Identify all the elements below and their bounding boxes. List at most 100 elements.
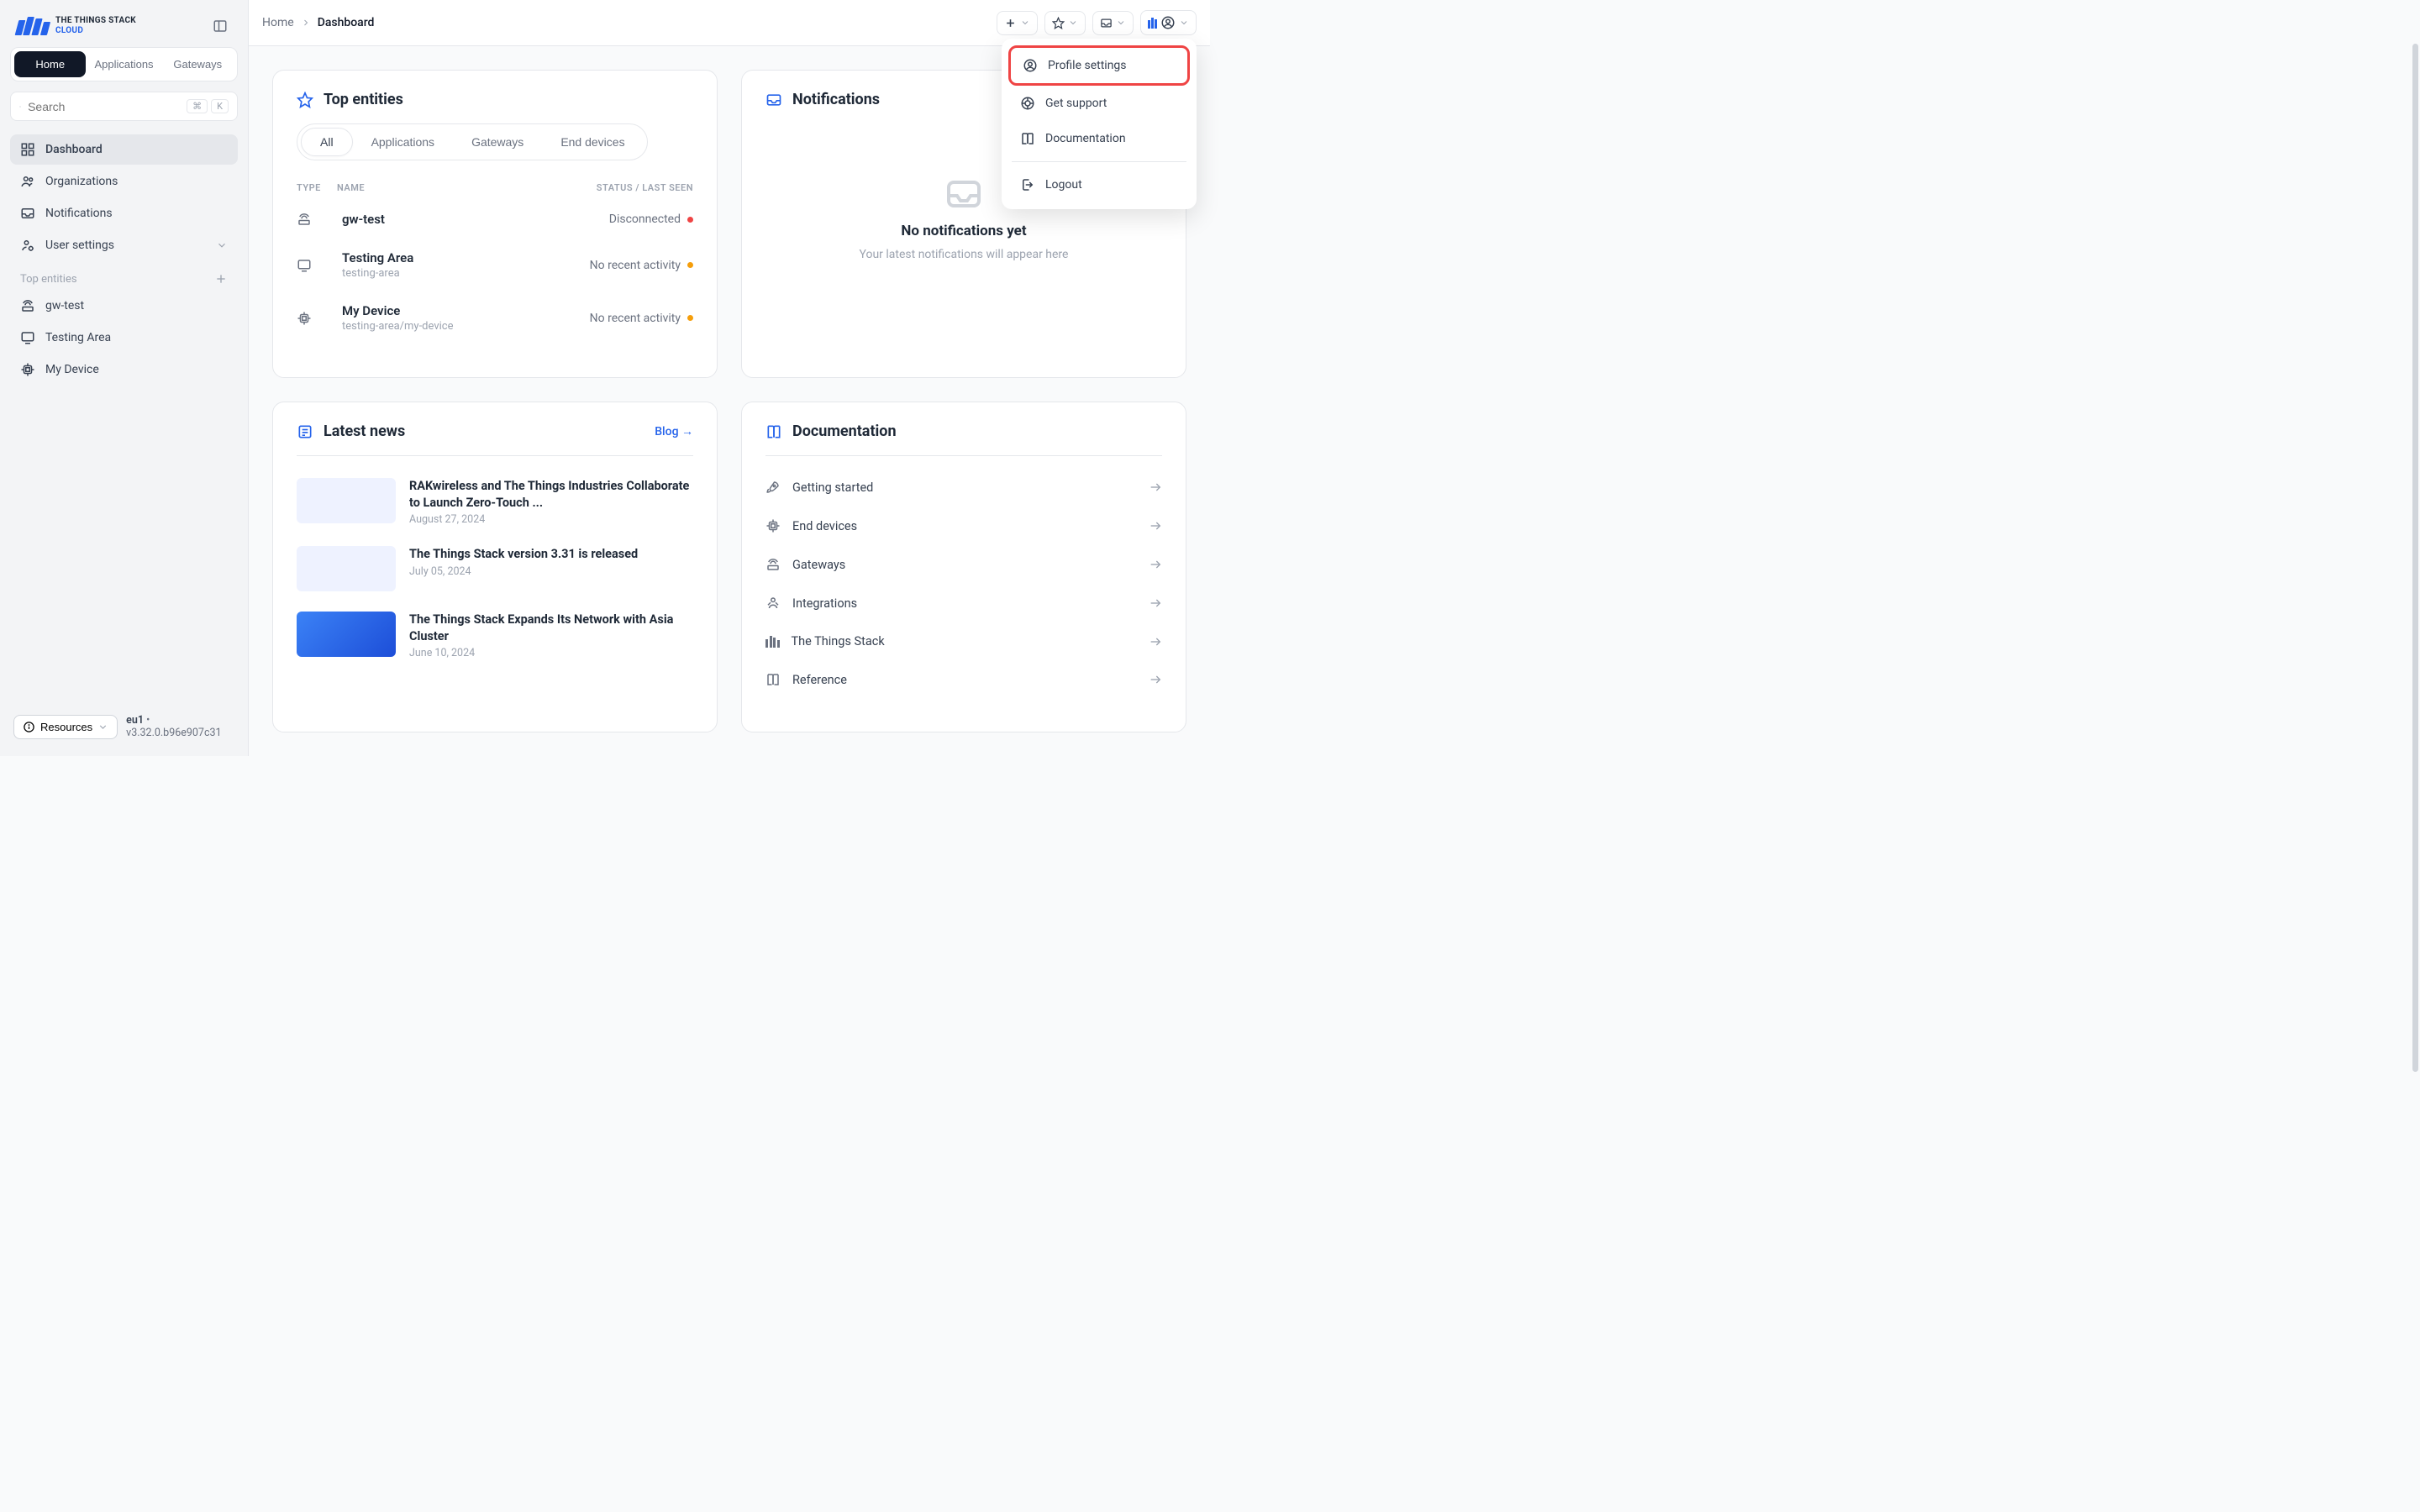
news-title: RAKwireless and The Things Industries Co…	[409, 478, 693, 511]
entity-tab-all[interactable]: All	[301, 128, 353, 156]
dropdown-logout[interactable]: Logout	[1008, 167, 1190, 202]
support-icon	[1020, 96, 1035, 111]
gateway-icon	[297, 212, 337, 227]
chevron-down-icon	[97, 722, 108, 732]
entity-status: No recent activity	[590, 312, 693, 325]
news-item[interactable]: The Things Stack Expands Its Network wit…	[297, 601, 693, 669]
doc-row[interactable]: Getting started	[765, 468, 1162, 507]
logout-icon	[1020, 177, 1035, 192]
screen-icon	[297, 258, 337, 273]
news-item[interactable]: The Things Stack version 3.31 is release…	[297, 536, 693, 601]
bars-icon	[765, 636, 780, 648]
news-thumbnail	[297, 478, 396, 523]
sidebar-item-user-settings[interactable]: User settings	[10, 230, 238, 260]
sidebar-item-label: Testing Area	[45, 331, 111, 344]
dropdown-separator	[1012, 161, 1186, 162]
breadcrumb: Home Dashboard	[262, 16, 374, 29]
nav-tab-applications[interactable]: Applications	[86, 51, 161, 77]
user-cog-icon	[20, 238, 35, 253]
news-thumbnail	[297, 546, 396, 591]
main: Home Dashboard Profile settings	[249, 0, 1210, 756]
status-dot-icon	[687, 262, 693, 268]
sidebar-entity-my-device[interactable]: My Device	[10, 354, 238, 385]
news-item[interactable]: RAKwireless and The Things Industries Co…	[297, 468, 693, 536]
search-box[interactable]: ⌘ K	[10, 92, 238, 121]
notifications-empty-title: No notifications yet	[901, 223, 1026, 239]
add-entity-button[interactable]	[214, 272, 228, 286]
breadcrumb-home[interactable]: Home	[262, 16, 294, 29]
logo-bars-icon	[17, 17, 49, 35]
inbox-button[interactable]	[1092, 11, 1134, 35]
entity-tab-gateways[interactable]: Gateways	[453, 128, 542, 156]
notifications-empty-sub: Your latest notifications will appear he…	[860, 248, 1069, 261]
users-icon	[20, 174, 35, 189]
resources-button[interactable]: Resources	[13, 715, 118, 739]
chevron-down-icon	[1020, 18, 1030, 28]
news-title: The Things Stack Expands Its Network wit…	[409, 612, 693, 644]
profile-button[interactable]	[1140, 10, 1197, 35]
dropdown-label: Get support	[1045, 97, 1107, 110]
sidebar-item-notifications[interactable]: Notifications	[10, 198, 238, 228]
dropdown-get-support[interactable]: Get support	[1008, 86, 1190, 121]
entity-row[interactable]: Testing Areatesting-area No recent activ…	[297, 239, 693, 291]
sidebar-item-organizations[interactable]: Organizations	[10, 166, 238, 197]
gateway-icon	[20, 298, 35, 313]
col-status: STATUS / LAST SEEN	[597, 182, 693, 193]
doc-label: Reference	[792, 673, 1137, 687]
inbox-empty-icon	[944, 174, 984, 214]
dropdown-profile-settings[interactable]: Profile settings	[1008, 45, 1190, 86]
dropdown-label: Documentation	[1045, 132, 1126, 145]
doc-row[interactable]: Gateways	[765, 545, 1162, 584]
entity-name: gw-test	[342, 212, 604, 227]
sidebar-entity-testing-area[interactable]: Testing Area	[10, 323, 238, 353]
blog-link[interactable]: Blog →	[655, 424, 693, 438]
doc-label: The Things Stack	[792, 634, 1138, 648]
add-button[interactable]	[997, 11, 1038, 35]
brand-bars-icon	[1148, 18, 1157, 29]
sidebar-item-label: My Device	[45, 363, 99, 376]
search-input[interactable]	[28, 100, 180, 113]
doc-label: Getting started	[792, 480, 1137, 495]
nav-tabs: Home Applications Gateways	[10, 47, 238, 81]
status-dot-icon	[687, 217, 693, 223]
entity-row[interactable]: gw-test Disconnected	[297, 200, 693, 239]
card-latest-news: Latest news Blog → RAKwireless and The T…	[272, 402, 718, 732]
chevron-right-icon	[301, 18, 311, 28]
dropdown-label: Profile settings	[1048, 59, 1127, 72]
doc-row[interactable]: Reference	[765, 660, 1162, 699]
arrow-right-icon	[1149, 558, 1162, 571]
col-type: TYPE	[297, 182, 337, 193]
user-circle-icon	[1023, 58, 1038, 73]
collapse-sidebar-icon[interactable]	[209, 15, 231, 37]
sidebar-entity-gw-test[interactable]: gw-test	[10, 291, 238, 321]
entity-sub: testing-area	[342, 267, 585, 280]
entity-tab-applications[interactable]: Applications	[353, 128, 454, 156]
star-icon	[297, 92, 313, 108]
doc-label: End devices	[792, 519, 1137, 533]
logo[interactable]: THE THINGS STACK CLOUD	[17, 16, 136, 36]
doc-row[interactable]: End devices	[765, 507, 1162, 545]
doc-row[interactable]: The Things Stack	[765, 622, 1162, 660]
entity-sub: testing-area/my-device	[342, 320, 585, 333]
entity-status: No recent activity	[590, 259, 693, 272]
entity-row[interactable]: My Devicetesting-area/my-device No recen…	[297, 291, 693, 344]
entity-status: Disconnected	[609, 213, 693, 226]
star-button[interactable]	[1044, 11, 1086, 35]
scrollbar[interactable]	[2412, 44, 2418, 1512]
sidebar-item-dashboard[interactable]: Dashboard	[10, 134, 238, 165]
doc-row[interactable]: Integrations	[765, 584, 1162, 622]
nav-tab-home[interactable]: Home	[14, 51, 86, 77]
gateway-icon	[765, 557, 781, 572]
doc-label: Gateways	[792, 558, 1137, 572]
card-title: Documentation	[792, 423, 897, 440]
search-icon	[19, 100, 21, 113]
user-circle-icon	[1160, 15, 1176, 30]
breadcrumb-current: Dashboard	[318, 16, 375, 29]
news-title: The Things Stack version 3.31 is release…	[409, 546, 638, 563]
entity-tabs: All Applications Gateways End devices	[297, 123, 648, 160]
col-name: NAME	[337, 182, 597, 193]
dropdown-documentation[interactable]: Documentation	[1008, 121, 1190, 156]
chevron-down-icon	[216, 239, 228, 251]
entity-tab-end-devices[interactable]: End devices	[542, 128, 643, 156]
nav-tab-gateways[interactable]: Gateways	[162, 51, 234, 77]
